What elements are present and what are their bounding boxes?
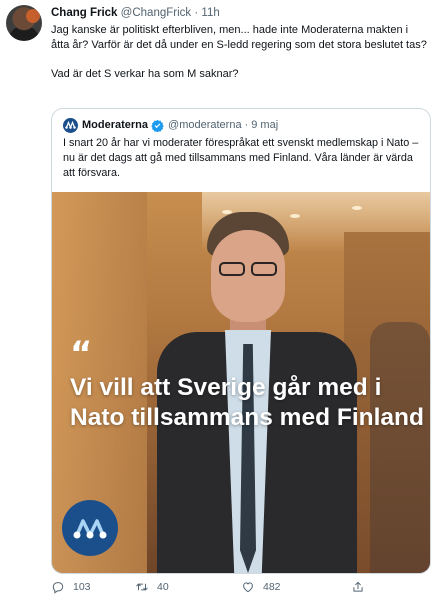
share-icon <box>353 581 363 592</box>
reply-icon <box>52 582 64 594</box>
image-headline: Vi vill att Sverige går med i Nato tills… <box>70 374 424 431</box>
verified-badge-icon <box>151 119 164 132</box>
quoted-tweet-image[interactable]: “ Vi vill att Sverige går med i Nato til… <box>52 192 430 573</box>
retweet-button[interactable]: 40 <box>135 578 169 596</box>
moderaterna-brand-logo <box>62 500 118 556</box>
quoted-author-name[interactable]: Moderaterna <box>82 117 148 133</box>
heart-icon <box>243 582 253 593</box>
moderaterna-avatar[interactable] <box>63 117 78 133</box>
tweet[interactable]: Chang Frick @ChangFrick · 11h Jag kanske… <box>0 0 436 600</box>
quoted-timestamp[interactable]: 9 maj <box>251 117 278 133</box>
author-name[interactable]: Chang Frick <box>51 7 117 19</box>
tweet-actions: 103 40 482 <box>51 578 421 596</box>
quoted-tweet-header: Moderaterna @moderaterna · 9 maj <box>63 117 278 133</box>
quoted-author-handle[interactable]: @moderaterna <box>168 117 242 133</box>
like-count: 482 <box>263 581 281 593</box>
header-separator: · <box>194 7 199 19</box>
tweet-paragraph: Vad är det S verkar ha som M saknar? <box>51 67 239 80</box>
tweet-header: Chang Frick @ChangFrick · 11h <box>51 6 220 20</box>
retweet-count: 40 <box>157 581 169 593</box>
quoted-header-separator: · <box>244 119 249 131</box>
author-handle[interactable]: @ChangFrick <box>121 7 191 19</box>
reply-button[interactable]: 103 <box>51 578 91 596</box>
quoted-tweet-text: I snart 20 år har vi moderater förespråk… <box>63 137 419 179</box>
tweet-timestamp[interactable]: 11h <box>201 7 219 19</box>
retweet-icon <box>136 583 148 591</box>
quotation-mark: “ <box>70 334 93 374</box>
author-avatar[interactable] <box>6 5 42 41</box>
moderaterna-m-icon <box>73 519 107 539</box>
quoted-tweet-card[interactable]: Moderaterna @moderaterna · 9 maj I snart… <box>51 108 431 574</box>
tweet-paragraph: Jag kanske är politiskt efterbliven, men… <box>51 24 427 51</box>
share-button[interactable] <box>351 578 373 596</box>
like-button[interactable]: 482 <box>241 578 281 596</box>
moderaterna-logo-icon <box>65 121 76 129</box>
tweet-text: Jag kanske är politiskt efterbliven, men… <box>51 23 427 96</box>
reply-count: 103 <box>73 581 91 593</box>
